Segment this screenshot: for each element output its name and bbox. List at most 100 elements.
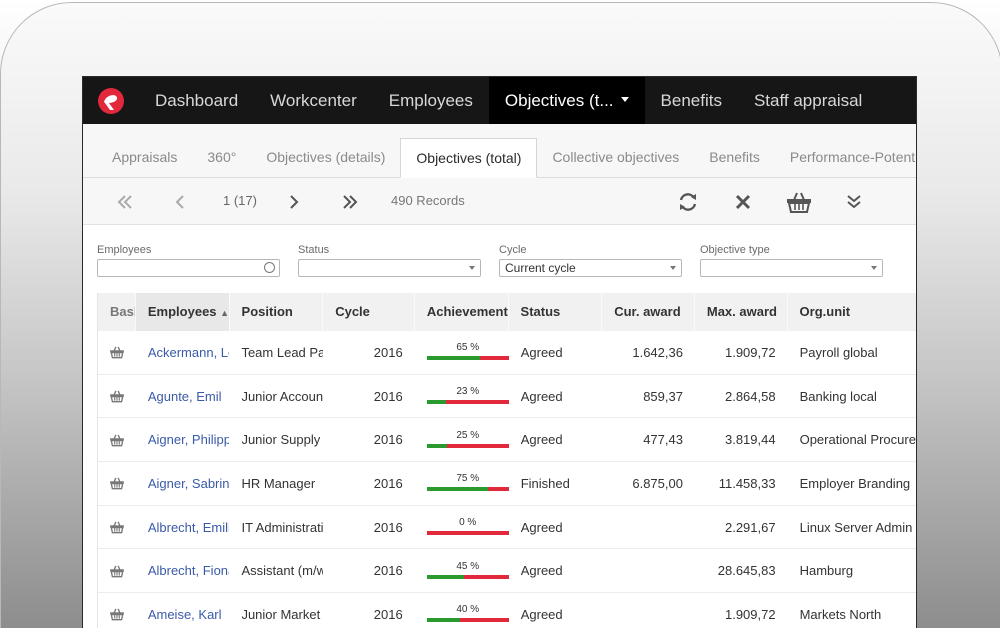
- nav-dashboard[interactable]: Dashboard: [139, 77, 254, 124]
- achievement-label: 40 %: [456, 604, 480, 616]
- cycle-cell: 2016: [373, 344, 403, 360]
- achievement-fill: [426, 356, 481, 361]
- status-cell: Agreed: [520, 388, 563, 404]
- achievement-fill: [426, 574, 464, 579]
- col-org-unit[interactable]: Org.unit: [788, 293, 916, 331]
- achievement-bar: 23 %: [426, 386, 509, 406]
- nav-employees[interactable]: Employees: [373, 77, 489, 124]
- table-row[interactable]: Ackermann, Le Team Lead Pay 2016 65 % Ag…: [98, 331, 916, 375]
- first-page-icon[interactable]: [117, 178, 133, 224]
- subtab-bar: Appraisals 360° Objectives (details) Obj…: [83, 124, 916, 178]
- achievement-track: [426, 443, 509, 448]
- max-award-cell: 1.909,72: [724, 344, 776, 360]
- col-max-award[interactable]: Max. award: [695, 293, 788, 331]
- achievement-fill: [426, 400, 446, 405]
- tab-objectives-total[interactable]: Objectives (total): [400, 138, 538, 178]
- nav-staff-appraisal[interactable]: Staff appraisal: [738, 77, 878, 124]
- row-basket-button[interactable]: [98, 607, 136, 621]
- achievement-label: 45 %: [456, 560, 480, 572]
- achievement-track: [426, 487, 509, 492]
- employee-link[interactable]: Albrecht, Emili: [136, 520, 230, 535]
- col-basket[interactable]: Bask: [98, 293, 136, 331]
- col-achievement[interactable]: Achievement g: [415, 293, 509, 331]
- table-row[interactable]: Aigner, Philipp Junior Supply N 2016 25 …: [98, 418, 916, 463]
- col-position[interactable]: Position: [230, 293, 324, 331]
- achievement-cell: 0 %: [415, 517, 509, 537]
- nav-benefits[interactable]: Benefits: [645, 77, 738, 124]
- refresh-icon[interactable]: [677, 178, 699, 224]
- clear-filter-icon[interactable]: [735, 178, 751, 224]
- table-row[interactable]: Albrecht, Fiona Assistant (m/w 2016 45 %…: [98, 549, 916, 594]
- filter-objective-type: Objective type: [700, 244, 883, 277]
- expand-icon[interactable]: [846, 178, 862, 224]
- cycle-select[interactable]: Current cycle: [499, 259, 682, 277]
- max-award-cell: 3.819,44: [724, 432, 776, 448]
- employee-link[interactable]: Agunte, Emil: [136, 389, 230, 404]
- org-unit-cell: Employer Branding: [799, 475, 911, 491]
- employee-link[interactable]: Ameise, Karl: [136, 607, 230, 622]
- table-row[interactable]: Ameise, Karl Junior Market I 2016 40 % A…: [98, 593, 916, 628]
- top-navigation: Dashboard Workcenter Employees Objective…: [83, 77, 916, 124]
- page-indicator: 1 (17): [223, 193, 257, 208]
- cur-award-cell: 6.875,00: [632, 475, 683, 491]
- position-cell: Assistant (m/w: [241, 563, 324, 579]
- org-unit-cell: Markets North: [799, 606, 882, 622]
- nav-workcenter[interactable]: Workcenter: [254, 77, 373, 124]
- employees-search-input[interactable]: [97, 259, 280, 277]
- tab-benefits[interactable]: Benefits: [694, 138, 775, 177]
- achievement-bar: 65 %: [426, 342, 509, 362]
- next-page-icon[interactable]: [289, 178, 299, 224]
- col-employees-label: Employees: [147, 304, 217, 319]
- status-select[interactable]: [298, 259, 481, 277]
- tab-appraisals[interactable]: Appraisals: [97, 138, 192, 177]
- table-row[interactable]: Aigner, Sabrina HR Manager 2016 75 % Fin…: [98, 462, 916, 506]
- status-cell: Agreed: [520, 563, 563, 579]
- employee-link[interactable]: Ackermann, Le: [136, 345, 230, 360]
- col-status[interactable]: Status: [509, 293, 603, 331]
- row-basket-button[interactable]: [98, 476, 136, 490]
- app-logo[interactable]: [83, 77, 139, 124]
- row-basket-button[interactable]: [98, 345, 136, 359]
- col-cycle[interactable]: Cycle: [323, 293, 415, 331]
- employee-link[interactable]: Albrecht, Fiona: [136, 563, 230, 578]
- achievement-fill: [426, 487, 489, 492]
- cycle-cell: 2016: [373, 563, 403, 579]
- achievement-bar: 25 %: [426, 430, 509, 450]
- tab-360[interactable]: 360°: [192, 138, 251, 177]
- row-basket-button[interactable]: [98, 520, 136, 534]
- col-employees[interactable]: Employees ▲: [135, 293, 230, 331]
- search-icon[interactable]: [264, 262, 275, 273]
- filter-employees: Employees: [97, 244, 280, 277]
- achievement-label: 75 %: [456, 473, 480, 485]
- cycle-cell: 2016: [373, 475, 403, 491]
- cycle-select-value: Current cycle: [505, 261, 576, 275]
- objective-type-select[interactable]: [700, 259, 883, 277]
- tab-objectives-details[interactable]: Objectives (details): [251, 138, 400, 177]
- filter-status: Status: [298, 244, 481, 277]
- achievement-cell: 23 %: [415, 386, 509, 406]
- tab-collective-objectives[interactable]: Collective objectives: [537, 138, 694, 177]
- row-basket-button[interactable]: [98, 564, 136, 578]
- nav-objectives[interactable]: Objectives (t...: [488, 77, 645, 124]
- row-basket-button[interactable]: [98, 433, 136, 447]
- status-cell: Agreed: [520, 606, 563, 622]
- position-cell: IT Administrati: [241, 519, 324, 535]
- row-basket-button[interactable]: [98, 389, 136, 403]
- org-unit-cell: Linux Server Admin: [799, 519, 913, 535]
- tab-performance-potential[interactable]: Performance-Potential-M: [775, 138, 916, 177]
- achievement-cell: 45 %: [415, 561, 509, 581]
- col-cur-award[interactable]: Cur. award: [602, 293, 695, 331]
- previous-page-icon[interactable]: [175, 178, 185, 224]
- last-page-icon[interactable]: [342, 178, 358, 224]
- employee-link[interactable]: Aigner, Sabrina: [136, 476, 230, 491]
- logo-icon: [98, 87, 124, 114]
- employee-link[interactable]: Aigner, Philipp: [136, 432, 230, 447]
- basket-icon[interactable]: [785, 178, 813, 224]
- cur-award-cell: 1.642,36: [632, 344, 683, 360]
- achievement-cell: 65 %: [415, 342, 509, 362]
- basket-icon: [110, 390, 124, 403]
- cur-award-cell: 477,43: [643, 432, 683, 448]
- table-row[interactable]: Albrecht, Emili IT Administrati 2016 0 %…: [98, 506, 916, 550]
- table-row[interactable]: Agunte, Emil Junior Account 2016 23 % Ag…: [98, 375, 916, 419]
- achievement-label: 65 %: [456, 342, 480, 354]
